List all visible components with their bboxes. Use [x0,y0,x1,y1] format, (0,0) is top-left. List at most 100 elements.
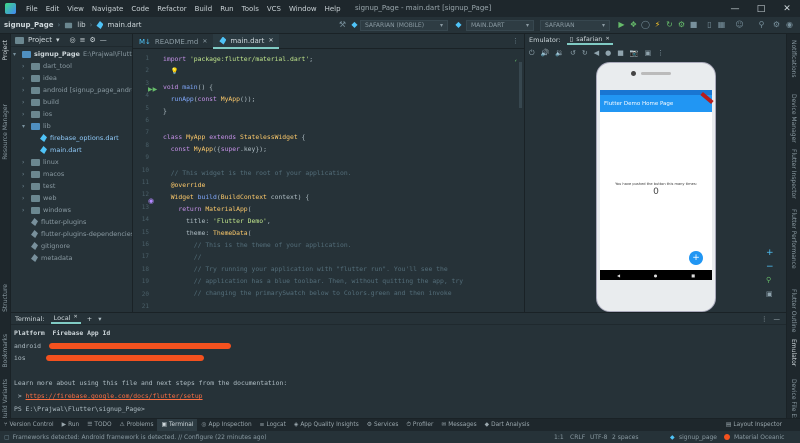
flutter-inspector-tool-tab[interactable]: Flutter Inspector [790,149,797,199]
build-variants-tool-tab[interactable]: Build Variants [2,379,9,420]
resource-manager-tool-tab[interactable]: Resource Manager [2,104,9,160]
nav-home-icon[interactable]: ● [654,273,658,278]
flutter-icon[interactable]: ◆ [350,20,359,29]
cursor-position[interactable]: 1:1 [554,434,564,441]
device-file-explorer-tool-tab[interactable]: Device File Ex [790,379,797,421]
minimize-button[interactable]: — [722,0,748,17]
overview-icon[interactable]: ■ [617,49,624,58]
zoom-out-icon[interactable]: − [766,262,774,272]
close-icon[interactable]: ✕ [605,36,609,42]
back-icon[interactable]: ◀ [594,49,599,58]
tool-window-logcat[interactable]: ≡ Logcat [256,419,290,432]
tree-root[interactable]: ▾ signup_Page E:\Prajwal\Flutter\signup_… [13,48,132,60]
indent-setting[interactable]: 2 spaces [612,434,638,441]
tool-window-problems[interactable]: ⚠ Problems [116,419,158,432]
run-icon[interactable]: ▶ [617,20,626,29]
display-icon[interactable]: ▣ [645,49,652,58]
update-icon[interactable]: ◉ [785,20,794,29]
zoom-in-icon[interactable]: + [766,248,774,258]
tool-window-terminal[interactable]: ▣ Terminal [157,418,198,432]
tool-window-version-control[interactable]: ⑂ Version Control [0,419,58,432]
tab-readme[interactable]: M↓ README.md ✕ [133,34,213,49]
editor-scrollbar[interactable] [519,62,522,108]
breadcrumb-file[interactable]: main.dart [107,21,141,29]
tree-item[interactable]: › test [22,180,55,192]
more-tabs-icon[interactable]: ⋮ [512,37,519,45]
flutter-outline-tool-tab[interactable]: Flutter Outline [790,289,797,332]
tool-window-app-quality-insights[interactable]: ◈ App Quality Insights [290,419,363,432]
tree-item[interactable]: › macos [22,168,64,180]
theme-name[interactable]: Material Oceanic [734,434,784,441]
maximize-button[interactable]: □ [748,0,774,17]
tree-item[interactable]: › build [22,96,59,108]
zoom-fit-icon[interactable]: ⚲ [766,276,771,284]
menu-item-file[interactable]: File [22,5,42,13]
bookmarks-tool-tab[interactable]: Bookmarks [2,334,9,368]
tree-item[interactable]: › ios [22,108,52,120]
tree-item[interactable]: ▾ lib [22,120,51,132]
tree-item[interactable]: firebase_options.dart [31,132,119,144]
gear-icon[interactable]: ⚙ [89,36,95,44]
terminal-tab-local[interactable]: Local ✕ [50,314,81,324]
add-icon[interactable]: + [87,315,92,323]
tree-item[interactable]: gitignore [22,240,70,252]
tool-window-messages[interactable]: ✉ Messages [437,419,480,432]
nav-back-icon[interactable]: ◀ [617,273,620,278]
close-button[interactable]: ✕ [774,0,800,17]
rotate-right-icon[interactable]: ↻ [582,49,588,58]
tree-item[interactable]: › web [22,192,56,204]
minimize-panel-icon[interactable]: — [774,315,781,323]
menu-item-edit[interactable]: Edit [42,5,64,13]
volume-down-icon[interactable]: 🔉 [555,49,564,58]
debug-icon[interactable]: ❖ [629,20,638,29]
tree-item[interactable]: flutter-plugins [22,216,86,228]
stop-icon[interactable]: ■ [689,20,698,29]
tool-window-app-inspection[interactable]: ◎ App Inspection [197,419,255,432]
terminal-prompt[interactable]: PS E:\Prajwal\Flutter\signup_Page> [14,405,145,413]
flutter-performance-tool-tab[interactable]: Flutter Performance [790,209,797,269]
more-icon[interactable]: ⋮ [657,49,664,58]
home-icon[interactable]: ● [605,49,611,58]
hot-restart-icon[interactable]: ↻ [665,20,674,29]
tool-window-profiler[interactable]: ⏱ Profiler [402,419,437,432]
close-icon[interactable]: ✕ [268,37,273,44]
close-icon[interactable]: ✕ [202,38,207,45]
menu-item-navigate[interactable]: Navigate [88,5,127,13]
tree-item[interactable]: › linux [22,156,59,168]
rotate-left-icon[interactable]: ↺ [570,49,576,58]
tree-item[interactable]: › android [signup_page_android] [22,84,132,96]
menu-item-help[interactable]: Help [321,5,345,13]
tree-item[interactable]: metadata [22,252,73,264]
tool-window-todo[interactable]: ☰ TODO [83,419,115,432]
breadcrumb-project[interactable]: signup_Page [4,21,53,29]
volume-up-icon[interactable]: 🔊 [541,49,550,58]
phone-screen[interactable]: Flutter Demo Home Page You have pushed t… [600,90,714,280]
notifications-tool-tab[interactable]: Notifications [790,40,797,78]
hot-reload-icon[interactable]: ⚡ [653,20,662,29]
tree-item[interactable]: flutter-plugins-dependencies [22,228,132,240]
tool-window-services[interactable]: ⚙ Services [363,419,403,432]
menu-item-vcs[interactable]: VCS [263,5,285,13]
override-gutter-icon[interactable]: ◉ [148,197,154,205]
tree-item[interactable]: main.dart [31,144,82,156]
run-gutter-icon[interactable]: ▶▶ [148,86,157,93]
breadcrumb-lib[interactable]: lib [77,21,85,29]
menu-item-window[interactable]: Window [285,5,321,13]
menu-item-refactor[interactable]: Refactor [153,5,190,13]
tool-window-run[interactable]: ▶ Run [58,419,84,432]
tool-window-layout-inspector[interactable]: ▤ Layout Inspector [722,419,786,432]
code-editor[interactable]: import 'package:flutter/material.dart'; … [163,49,515,312]
menu-item-build[interactable]: Build [191,5,217,13]
profile-icon[interactable]: ◯ [641,20,650,29]
docs-link[interactable]: https://firebase.google.com/docs/flutter… [26,392,203,400]
collapse-icon[interactable]: ≡ [80,36,86,44]
device-manager-icon[interactable]: ▯ [705,20,714,29]
device-manager-tool-tab[interactable]: Device Manager [790,94,797,143]
menu-item-view[interactable]: View [63,5,88,13]
tree-item[interactable]: › dart_tool [22,60,72,72]
target-icon[interactable]: ◎ [69,36,75,44]
emulator-tool-tab[interactable]: Emulator [790,339,797,366]
project-tool-tab[interactable]: Project [2,40,9,61]
fab-button[interactable]: + [689,251,703,265]
tool-window-dart-analysis[interactable]: ◆ Dart Analysis [481,419,534,432]
